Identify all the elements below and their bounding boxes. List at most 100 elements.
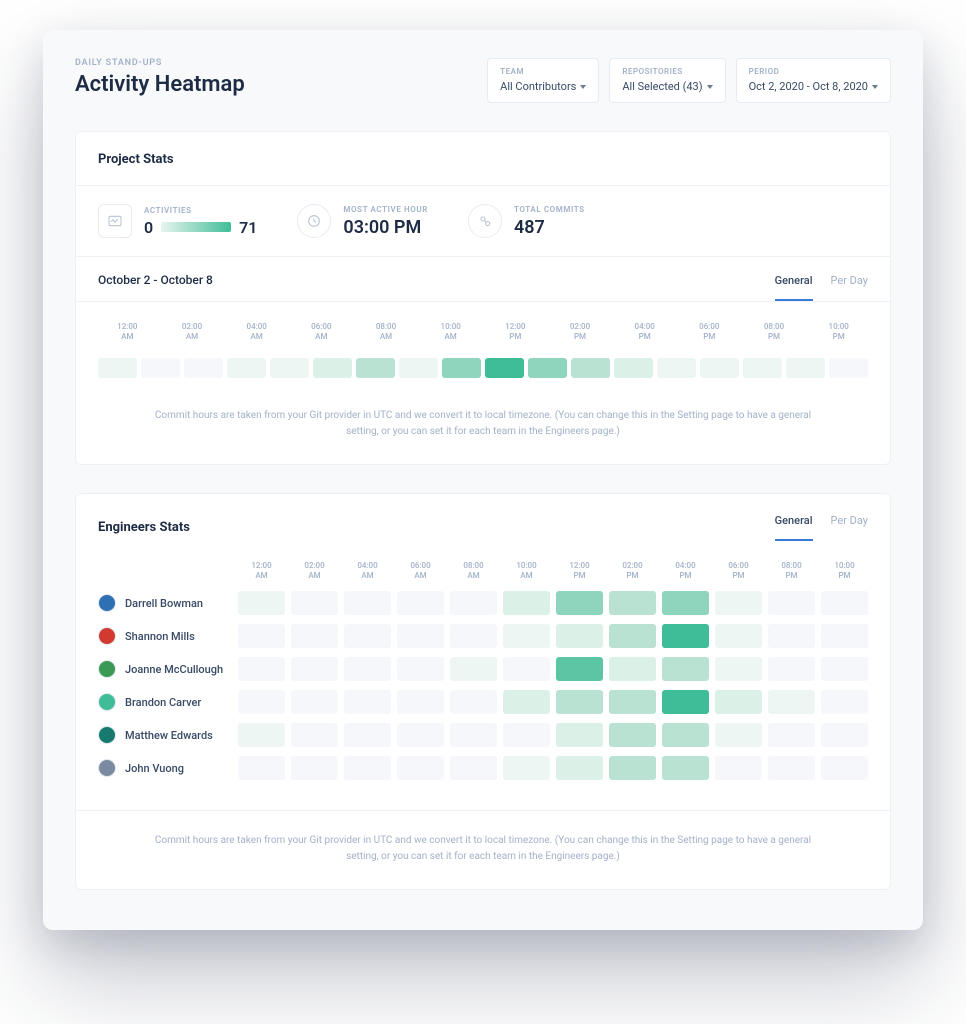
heat-cell — [715, 756, 762, 780]
engineer-name: Brandon Carver — [125, 696, 201, 709]
heat-cell — [238, 657, 285, 681]
engineers-heatmap: 12:00AM02:00AM04:00AM06:00AM08:00AM10:00… — [76, 541, 890, 810]
tab-per-day[interactable]: Per Day — [831, 514, 869, 541]
heat-cell — [291, 624, 338, 648]
time-column-header: 04:00PM — [615, 322, 674, 342]
heat-cell — [356, 358, 395, 378]
heat-cell — [450, 657, 497, 681]
project-heatmap: 12:00AM02:00AM04:00AM06:00AM08:00AM10:00… — [76, 302, 890, 408]
heat-cell — [344, 624, 391, 648]
engineer-name: John Vuong — [125, 762, 184, 775]
heat-cell — [556, 723, 603, 747]
heat-cell — [768, 657, 815, 681]
title-block: DAILY STAND-UPS Activity Heatmap — [75, 58, 245, 97]
filter-team[interactable]: TEAM All Contributors — [487, 58, 599, 103]
engineer-row: Joanne McCullough — [98, 657, 868, 681]
page-header: DAILY STAND-UPS Activity Heatmap TEAM Al… — [75, 58, 891, 103]
heat-cell — [503, 690, 550, 714]
clock-icon — [297, 204, 331, 238]
tab-general[interactable]: General — [775, 514, 813, 541]
heat-cell — [609, 756, 656, 780]
project-tabs: General Per Day — [775, 274, 868, 301]
heat-cell — [571, 358, 610, 378]
heat-cell — [485, 358, 524, 378]
engineer-name-cell: Shannon Mills — [98, 627, 238, 645]
time-column-header: 06:00AM — [292, 322, 351, 342]
heat-cell — [141, 358, 180, 378]
heat-cell — [503, 657, 550, 681]
engineers-stats-title: Engineers Stats — [98, 520, 190, 535]
heat-cell — [344, 591, 391, 615]
heat-cell — [609, 723, 656, 747]
activities-icon — [98, 204, 132, 238]
heat-cell — [184, 358, 223, 378]
engineers-footnote: Commit hours are taken from your Git pro… — [76, 810, 890, 889]
heat-cell — [291, 657, 338, 681]
heat-cell — [344, 756, 391, 780]
filter-repos-label: REPOSITORIES — [622, 67, 712, 76]
time-column-header: 08:00AM — [357, 322, 416, 342]
time-column-header: 12:00PM — [486, 322, 545, 342]
time-column-header: 12:00PM — [556, 561, 603, 581]
engineer-heat-cells — [238, 756, 868, 780]
time-column-header: 08:00PM — [768, 561, 815, 581]
filter-repos[interactable]: REPOSITORIES All Selected (43) — [609, 58, 725, 103]
heat-cell — [821, 690, 868, 714]
heat-cell — [503, 723, 550, 747]
heat-cell — [291, 690, 338, 714]
heat-cell — [556, 657, 603, 681]
time-column-header: 04:00AM — [344, 561, 391, 581]
engineer-name-cell: Darrell Bowman — [98, 594, 238, 612]
heat-cell — [450, 723, 497, 747]
heat-cell — [715, 723, 762, 747]
heat-cell — [399, 358, 438, 378]
heat-cell — [397, 657, 444, 681]
heat-cell — [662, 756, 709, 780]
stat-activities: ACTIVITIES 0 71 — [98, 204, 257, 238]
heat-cell — [662, 624, 709, 648]
avatar — [98, 693, 116, 711]
heat-cell — [291, 756, 338, 780]
activities-scale-bar — [161, 222, 231, 232]
time-column-header: 10:00AM — [503, 561, 550, 581]
heat-cell — [662, 723, 709, 747]
tab-general[interactable]: General — [775, 274, 813, 301]
stat-most-active: MOST ACTIVE HOUR 03:00 PM — [297, 204, 428, 238]
project-subheader: October 2 - October 8 General Per Day — [76, 257, 890, 302]
heat-cell — [227, 358, 266, 378]
filter-team-value: All Contributors — [500, 80, 586, 93]
project-time-header: 12:00AM02:00AM04:00AM06:00AM08:00AM10:00… — [98, 322, 868, 342]
engineer-name: Joanne McCullough — [125, 663, 223, 676]
project-heat-row — [98, 358, 868, 378]
breadcrumb: DAILY STAND-UPS — [75, 58, 245, 68]
avatar — [98, 759, 116, 777]
project-stats-row: ACTIVITIES 0 71 MOST ACTIVE HOUR 03:00 P… — [76, 185, 890, 257]
filter-team-label: TEAM — [500, 67, 586, 76]
engineer-heat-cells — [238, 591, 868, 615]
chevron-down-icon — [580, 85, 586, 89]
heat-cell — [786, 358, 825, 378]
project-date-range: October 2 - October 8 — [98, 273, 213, 301]
filter-period-value: Oct 2, 2020 - Oct 8, 2020 — [749, 80, 878, 93]
heat-cell — [821, 657, 868, 681]
time-column-header: 02:00PM — [609, 561, 656, 581]
engineer-heat-cells — [238, 657, 868, 681]
heat-cell — [397, 756, 444, 780]
time-column-header: 08:00AM — [450, 561, 497, 581]
heat-cell — [662, 591, 709, 615]
time-column-header: 02:00AM — [163, 322, 222, 342]
heat-cell — [397, 723, 444, 747]
tab-per-day[interactable]: Per Day — [831, 274, 869, 301]
time-column-header: 02:00AM — [291, 561, 338, 581]
filter-repos-value: All Selected (43) — [622, 80, 712, 93]
heat-cell — [609, 690, 656, 714]
filter-period[interactable]: PERIOD Oct 2, 2020 - Oct 8, 2020 — [736, 58, 891, 103]
page-container: DAILY STAND-UPS Activity Heatmap TEAM Al… — [43, 30, 923, 930]
heat-cell — [450, 624, 497, 648]
heat-cell — [503, 624, 550, 648]
heat-cell — [503, 591, 550, 615]
heat-cell — [715, 591, 762, 615]
heat-cell — [397, 624, 444, 648]
engineers-time-header: 12:00AM02:00AM04:00AM06:00AM08:00AM10:00… — [98, 561, 868, 581]
heat-cell — [821, 723, 868, 747]
